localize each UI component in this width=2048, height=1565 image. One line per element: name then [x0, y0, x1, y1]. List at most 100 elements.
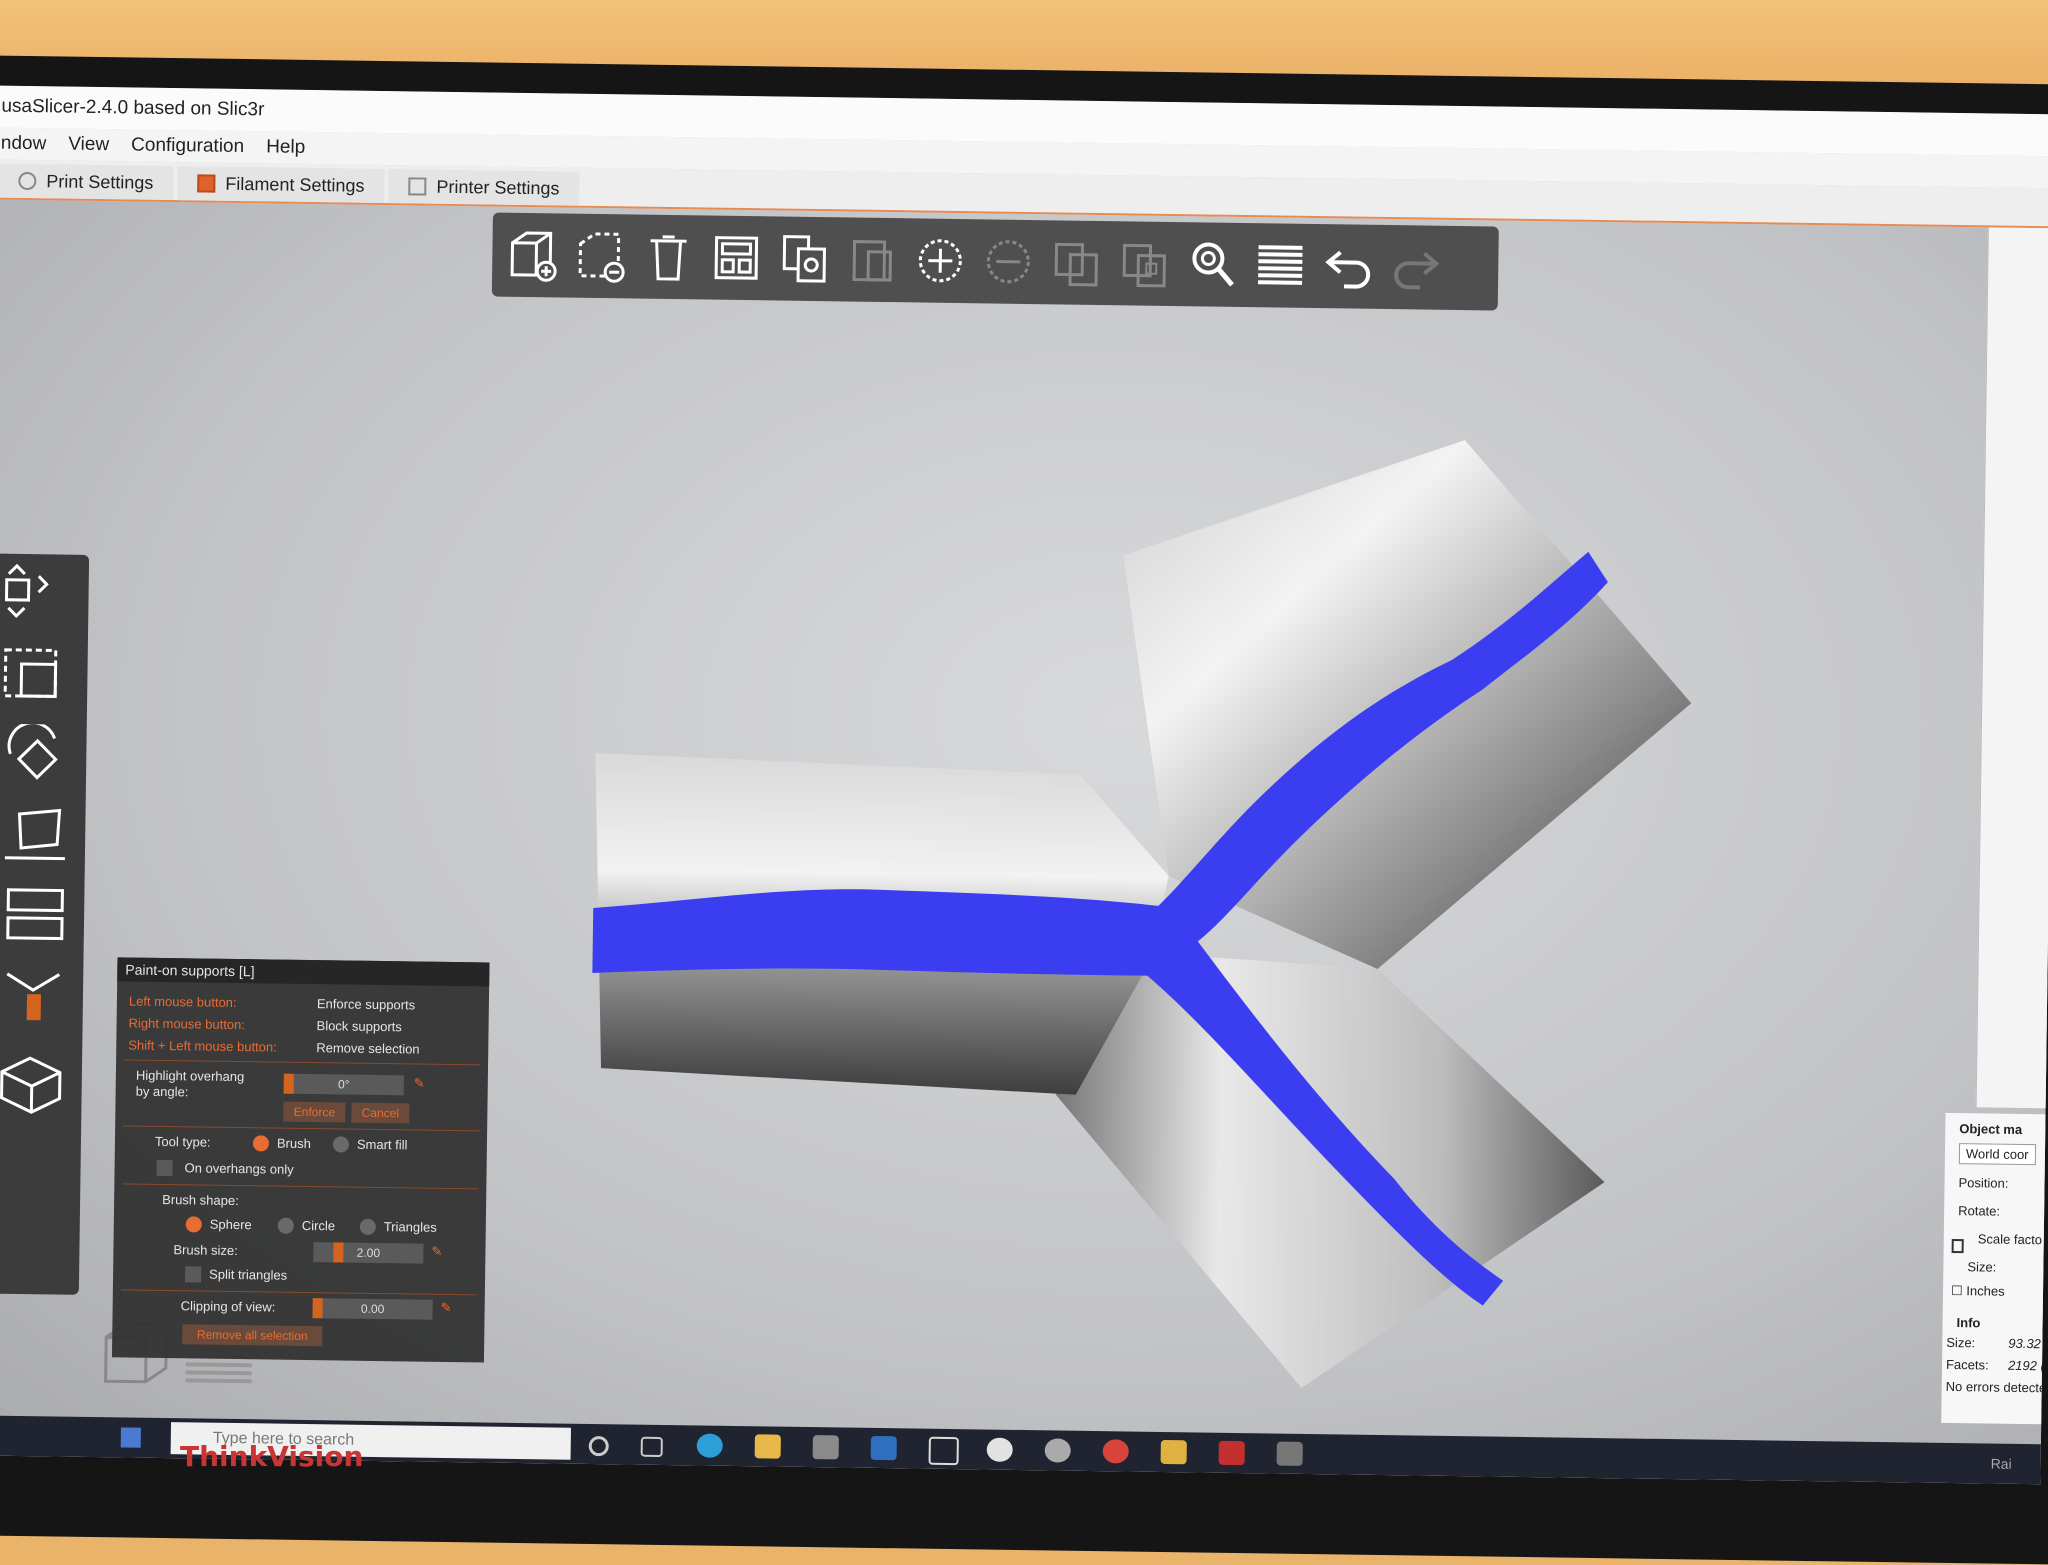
lock-icon[interactable]: [1951, 1238, 1964, 1254]
delete-icon[interactable]: [570, 223, 631, 290]
filament-icon: [197, 174, 216, 193]
left-mouse-action: Enforce supports: [316, 996, 416, 1013]
divider: [120, 1289, 477, 1296]
sphere-radio[interactable]: [185, 1216, 202, 1233]
gizmo-toolbar: [0, 553, 90, 1295]
split-triangles-label: Split triangles: [209, 1266, 288, 1283]
app-icon[interactable]: [1044, 1438, 1071, 1463]
brush-size-label: Brush size:: [173, 1242, 238, 1259]
enforce-button[interactable]: Enforce: [283, 1101, 346, 1123]
cut-icon[interactable]: [0, 884, 71, 945]
rotate-label: Rotate:: [1958, 1203, 2001, 1219]
inches-checkbox[interactable]: ☐ Inches: [1951, 1283, 2005, 1300]
remove-instance-icon[interactable]: [978, 228, 1039, 295]
main-toolbar: [491, 212, 1499, 311]
cancel-button[interactable]: Cancel: [351, 1102, 410, 1124]
edit-icon[interactable]: ✎: [431, 1244, 449, 1264]
cortana-icon[interactable]: [588, 1435, 609, 1457]
remove-all-selection-button[interactable]: Remove all selection: [182, 1324, 323, 1347]
store-icon[interactable]: [812, 1435, 839, 1460]
delete-all-icon[interactable]: [638, 224, 699, 291]
tab-label: Filament Settings: [225, 173, 365, 196]
app-red-icon[interactable]: [1218, 1440, 1245, 1466]
search-icon[interactable]: [1182, 231, 1243, 298]
right-sidebar: [1975, 227, 2048, 1109]
tab-label: Print Settings: [46, 170, 154, 193]
smart-fill-radio[interactable]: [332, 1136, 350, 1153]
edge-icon[interactable]: [696, 1433, 723, 1458]
brush-shape-label: Brush shape:: [162, 1191, 239, 1209]
info-size-label: Size:: [1946, 1334, 1976, 1351]
undo-icon[interactable]: [1318, 233, 1379, 300]
left-mouse-label: Left mouse button:: [128, 993, 237, 1011]
add-icon[interactable]: [502, 222, 563, 289]
paste-icon[interactable]: [842, 226, 903, 293]
prusaslicer-icon[interactable]: [986, 1437, 1013, 1462]
tray-text: Rai: [1990, 1455, 2012, 1472]
brush-size-slider[interactable]: 2.00: [313, 1242, 424, 1264]
monitor-bezel: usaSlicer-2.4.0 based on Slic3r ndow Vie…: [0, 55, 2048, 1565]
file-explorer-icon[interactable]: [754, 1434, 781, 1459]
menu-view[interactable]: View: [68, 134, 109, 157]
split-parts-icon[interactable]: [1114, 230, 1175, 297]
brush-radio[interactable]: [252, 1135, 270, 1152]
windows-start-icon[interactable]: [120, 1427, 141, 1448]
menu-help[interactable]: Help: [266, 136, 305, 159]
edit-icon[interactable]: ✎: [414, 1075, 432, 1095]
right-mouse-action: Block supports: [316, 1018, 402, 1035]
slider-value: 0°: [337, 1077, 350, 1092]
triangles-radio[interactable]: [359, 1218, 376, 1235]
size-label: Size:: [1967, 1259, 1997, 1275]
place-on-face-icon[interactable]: [0, 804, 72, 865]
right-mouse-label: Right mouse button:: [128, 1015, 246, 1033]
menu-configuration[interactable]: Configuration: [131, 134, 244, 158]
circle-radio[interactable]: [277, 1217, 294, 1234]
scale-icon[interactable]: [1, 644, 74, 705]
info-size-value: 93.32 x 9: [2008, 1335, 2048, 1352]
highlight-angle-slider[interactable]: 0°: [283, 1073, 404, 1096]
mail-icon[interactable]: [870, 1435, 897, 1461]
copy-icon[interactable]: [774, 225, 835, 292]
3d-viewer-icon[interactable]: [928, 1436, 959, 1466]
split-triangles-checkbox[interactable]: [184, 1266, 202, 1283]
app-gray-icon[interactable]: [1276, 1441, 1303, 1466]
menu-window[interactable]: ndow: [1, 133, 47, 156]
sphere-label: Sphere: [209, 1216, 252, 1233]
split-objects-icon[interactable]: [1046, 229, 1107, 296]
rotate-icon[interactable]: [0, 721, 73, 785]
tab-filament-settings[interactable]: Filament Settings: [177, 166, 385, 203]
edit-icon[interactable]: ✎: [440, 1300, 458, 1320]
chrome-icon[interactable]: [1102, 1439, 1129, 1464]
app-f-icon[interactable]: [1160, 1439, 1187, 1465]
clipping-label: Clipping of view:: [180, 1298, 276, 1315]
layers-editing-icon[interactable]: [1250, 232, 1311, 299]
panel-title: Paint-on supports [L]: [117, 957, 490, 987]
smart-fill-label: Smart fill: [356, 1136, 408, 1153]
seam-painting-icon[interactable]: [0, 1054, 68, 1115]
divider: [124, 1059, 481, 1066]
add-instance-icon[interactable]: [910, 227, 971, 294]
tab-print-settings[interactable]: Print Settings: [0, 163, 174, 201]
paint-supports-icon[interactable]: [0, 964, 69, 1025]
triangles-label: Triangles: [383, 1219, 437, 1235]
overhangs-only-checkbox[interactable]: [156, 1159, 173, 1177]
task-view-icon[interactable]: [640, 1436, 663, 1458]
circle-label: Circle: [301, 1217, 336, 1234]
clipping-slider[interactable]: 0.00: [312, 1298, 433, 1320]
arrange-icon[interactable]: [706, 225, 767, 292]
info-title: Info: [1956, 1315, 1981, 1331]
redo-icon[interactable]: [1386, 234, 1447, 301]
monitor-brand: ThinkVision: [180, 1440, 364, 1473]
move-icon[interactable]: [2, 563, 75, 625]
tab-label: Printer Settings: [436, 176, 560, 198]
printer-icon: [408, 177, 427, 196]
slider-value: 0.00: [360, 1301, 385, 1317]
info-errors: No errors detected: [1945, 1378, 2048, 1396]
gear-icon: [18, 171, 37, 191]
shift-label: Shift + Left mouse button:: [128, 1037, 277, 1055]
divider: [123, 1125, 480, 1132]
object-manipulation-title: Object ma: [1959, 1121, 2023, 1137]
coordinates-dropdown[interactable]: World coor: [1958, 1143, 2036, 1166]
object-manipulation-panel: Object ma World coor Position: Rotate: S…: [1941, 1112, 2048, 1425]
tab-printer-settings[interactable]: Printer Settings: [388, 169, 580, 206]
